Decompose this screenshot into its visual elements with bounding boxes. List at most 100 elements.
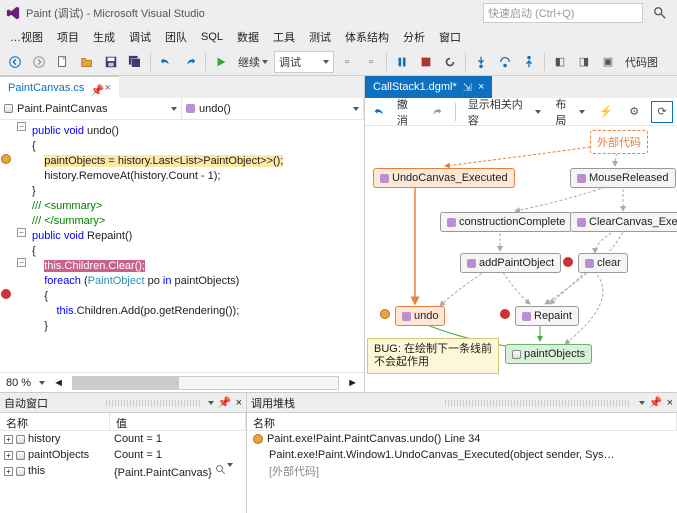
graph-undo-icon[interactable] [369, 101, 391, 123]
node-mousereleased[interactable]: MouseReleased [570, 168, 676, 188]
stepover-icon[interactable] [494, 51, 516, 73]
fold-icon[interactable]: − [17, 228, 26, 237]
zoom-dropdown-icon[interactable] [39, 381, 45, 385]
undo-icon[interactable] [155, 51, 177, 73]
callstack-row[interactable]: [外部代码] [247, 463, 677, 479]
menu-analyze[interactable]: 分析 [397, 27, 431, 47]
node-clearcanvas[interactable]: ClearCanvas_Executed [570, 212, 677, 232]
node-paintobjects[interactable]: paintObjects [505, 344, 592, 364]
callstack-row[interactable]: Paint.exe!Paint.PaintCanvas.undo() Line … [247, 431, 677, 447]
close-icon[interactable]: × [667, 397, 673, 409]
pin-icon[interactable]: ⇲ [463, 81, 472, 94]
panel-menu-icon[interactable] [208, 401, 214, 405]
codemap-button[interactable]: 代码图 [621, 51, 662, 73]
quick-launch-input[interactable]: 快速启动 (Ctrl+Q) [483, 3, 643, 23]
pin-icon[interactable]: 📌 [218, 396, 232, 409]
search-icon[interactable] [215, 464, 227, 476]
continue-icon[interactable] [210, 51, 232, 73]
show-related-dropdown[interactable]: 显示相关内容 [464, 101, 546, 123]
method-icon [402, 312, 411, 321]
panel-menu-icon[interactable] [639, 401, 645, 405]
save-icon[interactable] [100, 51, 122, 73]
breakpoint-icon[interactable] [1, 289, 11, 299]
menu-build[interactable]: 生成 [87, 27, 121, 47]
expand-icon[interactable]: + [4, 435, 13, 444]
close-icon[interactable]: × [478, 81, 484, 93]
filter-icon[interactable]: ⚡ [595, 101, 617, 123]
tb-icon-1[interactable]: ▫ [336, 51, 358, 73]
close-icon[interactable]: × [104, 82, 110, 94]
stop-icon[interactable] [415, 51, 437, 73]
close-icon[interactable]: × [236, 397, 242, 409]
autos-row[interactable]: +this{Paint.PaintCanvas} [0, 463, 246, 479]
autos-title: 自动窗口 [4, 395, 98, 411]
bug-note[interactable]: BUG: 在绘制下一条线前 不会起作用 [367, 338, 499, 374]
col-value[interactable]: 值 [110, 413, 246, 430]
forward-icon[interactable] [28, 51, 50, 73]
fold-icon[interactable]: − [17, 258, 26, 267]
code-editor[interactable]: − − − public void undo() { paintObjects … [0, 120, 364, 372]
tb-x2[interactable]: ◨ [573, 51, 595, 73]
zoom-level[interactable]: 80 % [6, 377, 31, 389]
node-external-code[interactable]: 外部代码 [590, 130, 648, 154]
graph-undo-button[interactable]: 撤消 [397, 96, 419, 128]
breakpoint-current-icon[interactable] [1, 154, 11, 164]
graph-redo-icon[interactable] [425, 101, 447, 123]
expand-icon[interactable]: + [4, 467, 13, 476]
open-icon[interactable] [76, 51, 98, 73]
menu-tools[interactable]: 工具 [267, 27, 301, 47]
autos-row[interactable]: +historyCount = 1 [0, 431, 246, 447]
menu-test[interactable]: 测试 [303, 27, 337, 47]
method-icon [522, 312, 531, 321]
restart-icon[interactable] [439, 51, 461, 73]
gear-icon[interactable]: ⚙ [623, 101, 645, 123]
node-construction[interactable]: constructionComplete [440, 212, 572, 232]
member-dropdown[interactable]: undo() [182, 98, 364, 119]
class-dropdown[interactable]: Paint.PaintCanvas [0, 98, 182, 119]
node-clear[interactable]: clear [578, 253, 628, 273]
var-icon [16, 435, 25, 444]
diagram-canvas[interactable]: 外部代码 UndoCanvas_Executed MouseReleased c… [365, 126, 677, 392]
saveall-icon[interactable] [124, 51, 146, 73]
continue-button[interactable]: 继续 [234, 51, 272, 73]
callstack-row[interactable]: Paint.exe!Paint.Window1.UndoCanvas_Execu… [247, 447, 677, 463]
config-dropdown[interactable]: 调试 [274, 51, 334, 73]
pin-icon[interactable]: 📌 [649, 396, 663, 409]
col-name[interactable]: 名称 [247, 413, 677, 430]
search-icon[interactable] [649, 2, 671, 24]
method-icon [577, 174, 586, 183]
editor-tab[interactable]: PaintCanvas.cs 📌 × [0, 76, 119, 98]
menu-window[interactable]: 窗口 [433, 27, 467, 47]
autos-row[interactable]: +paintObjectsCount = 1 [0, 447, 246, 463]
back-icon[interactable] [4, 51, 26, 73]
tb-icon-2[interactable]: ▫ [360, 51, 382, 73]
menu-debug[interactable]: 调试 [123, 27, 157, 47]
tb-x3[interactable]: ▣ [597, 51, 619, 73]
stepinto-icon[interactable] [470, 51, 492, 73]
node-repaint[interactable]: Repaint [515, 306, 579, 326]
col-name[interactable]: 名称 [0, 413, 110, 430]
new-icon[interactable] [52, 51, 74, 73]
menu-project[interactable]: 项目 [51, 27, 85, 47]
scroll-left-icon[interactable]: ◄ [53, 377, 64, 389]
menu-sql[interactable]: SQL [195, 29, 229, 45]
menu-view[interactable]: …视图 [4, 27, 49, 47]
node-undo[interactable]: undo [395, 306, 445, 326]
node-addpaint[interactable]: addPaintObject [460, 253, 561, 273]
menu-arch[interactable]: 体系结构 [339, 27, 395, 47]
node-undocanvas[interactable]: UndoCanvas_Executed [373, 168, 515, 188]
layout-dropdown[interactable]: 布局 [551, 101, 589, 123]
stepout-icon[interactable] [518, 51, 540, 73]
main-toolbar: 继续 调试 ▫ ▫ ◧ ◨ ▣ 代码图 [0, 48, 677, 76]
pin-icon[interactable]: 📌 [90, 84, 98, 92]
tb-x1[interactable]: ◧ [549, 51, 571, 73]
menu-team[interactable]: 团队 [159, 27, 193, 47]
pause-icon[interactable] [391, 51, 413, 73]
redo-icon[interactable] [179, 51, 201, 73]
expand-icon[interactable]: + [4, 451, 13, 460]
refresh-icon[interactable]: ⟳ [651, 101, 673, 123]
fold-icon[interactable]: − [17, 122, 26, 131]
horizontal-scrollbar[interactable] [72, 376, 339, 390]
scroll-right-icon[interactable]: ► [347, 377, 358, 389]
menu-data[interactable]: 数据 [231, 27, 265, 47]
